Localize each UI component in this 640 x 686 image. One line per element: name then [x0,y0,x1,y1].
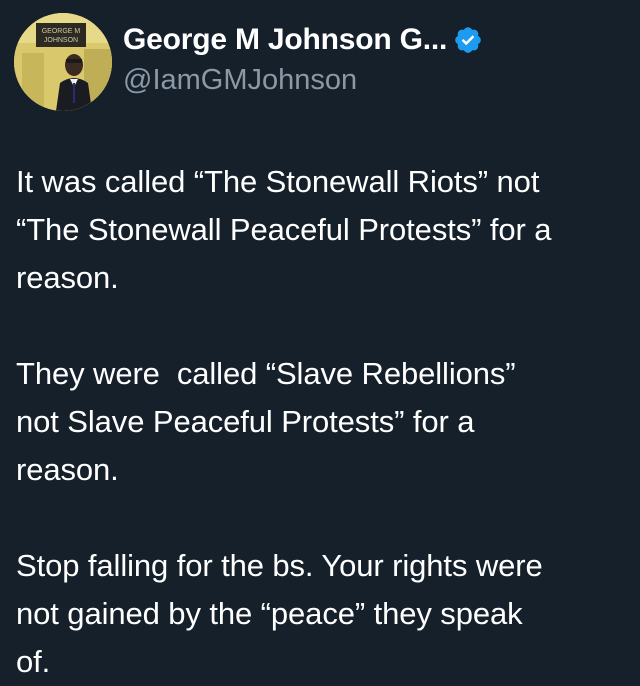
avatar-image: GEORGE M JOHNSON [14,13,112,111]
tweet-paragraph: Stop falling for the bs. Your rights wer… [16,548,543,679]
svg-text:JOHNSON: JOHNSON [44,37,78,44]
tweet-text: It was called “The Stonewall Riots” not … [16,158,636,686]
avatar[interactable]: GEORGE M JOHNSON [14,13,112,111]
author-handle[interactable]: @IamGMJohnson [123,64,483,97]
tweet-card: GEORGE M JOHNSON George M Johnson G... @… [0,0,640,683]
name-row: George M Johnson G... [123,20,483,60]
verified-badge-icon [453,25,483,55]
author-display-name[interactable]: George M Johnson G... [123,23,447,57]
tweet-paragraph: They were called “Slave Rebellions” not … [16,356,516,487]
tweet-header: George M Johnson G... @IamGMJohnson [123,20,483,97]
tweet-paragraph: It was called “The Stonewall Riots” not … [16,164,552,295]
svg-text:GEORGE M: GEORGE M [42,28,81,35]
